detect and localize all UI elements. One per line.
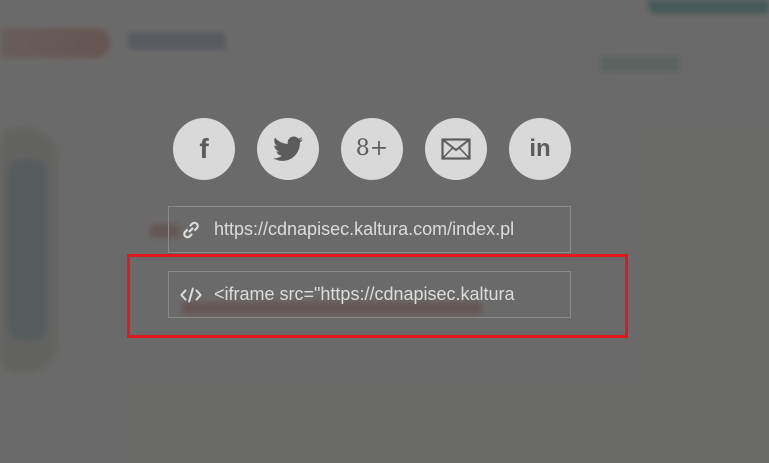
facebook-icon: f <box>199 133 209 164</box>
embed-code-highlight <box>127 254 628 338</box>
twitter-share-button[interactable] <box>257 118 319 180</box>
link-icon <box>180 219 202 241</box>
linkedin-icon: in <box>529 135 551 162</box>
twitter-icon <box>273 136 303 161</box>
share-link-text: https://cdnapisec.kaltura.com/index.pl <box>214 219 515 239</box>
email-icon <box>441 138 471 160</box>
linkedin-share-button[interactable]: in <box>509 118 571 180</box>
email-share-button[interactable] <box>425 118 487 180</box>
share-link-field[interactable]: https://cdnapisec.kaltura.com/index.pl <box>168 206 571 253</box>
google-plus-share-button[interactable]: 8+ <box>341 118 403 180</box>
facebook-share-button[interactable]: f <box>173 118 235 180</box>
share-panel: f 8+ in https://cdnapisec.kaltura.com/in… <box>0 0 769 463</box>
google-plus-icon: 8+ <box>355 136 389 161</box>
